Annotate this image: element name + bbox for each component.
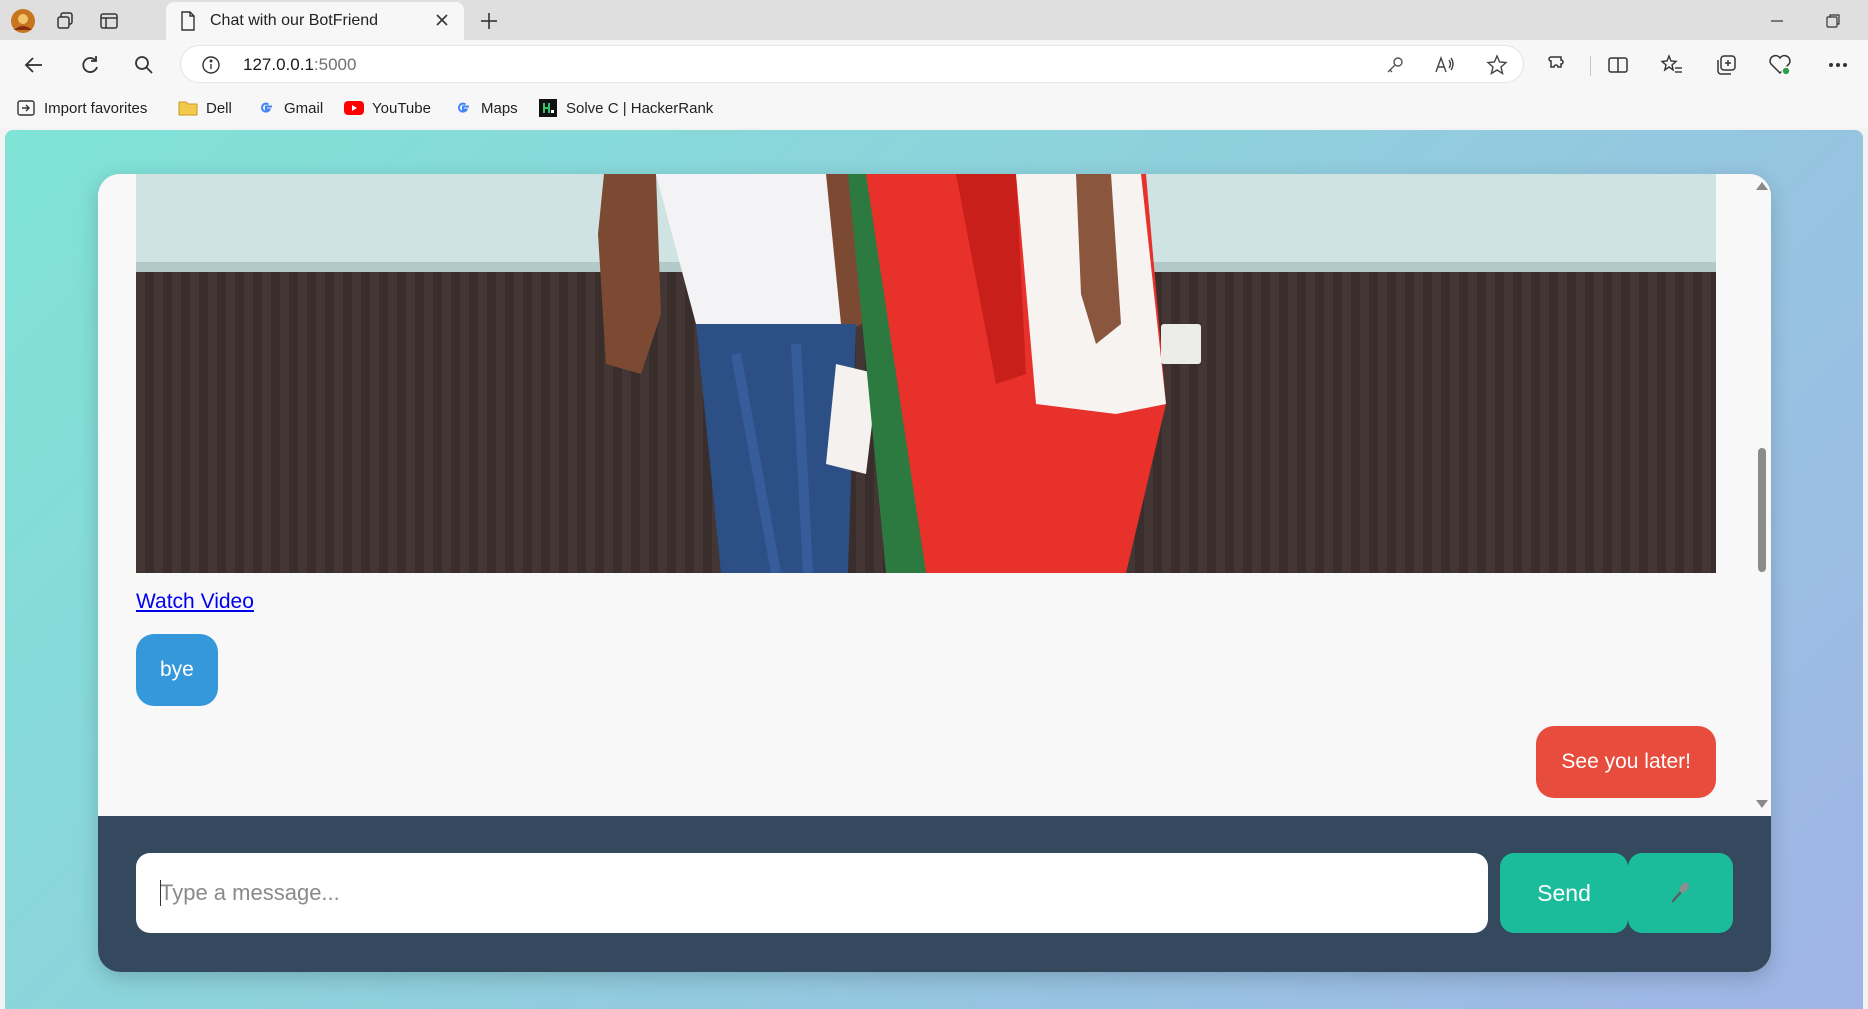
restore-icon[interactable] (1818, 6, 1848, 36)
workspaces-icon[interactable] (50, 6, 80, 36)
google-icon (256, 98, 276, 118)
scrollbar[interactable] (1755, 174, 1771, 816)
new-tab-icon[interactable] (474, 6, 504, 36)
page-viewport: Watch Video bye See you later! Send (5, 130, 1863, 1009)
close-tab-icon[interactable] (430, 8, 454, 32)
vertical-tabs-icon[interactable] (94, 6, 124, 36)
google-icon (453, 98, 473, 118)
url-text[interactable]: 127.0.0.1:5000 (243, 55, 356, 75)
youtube-icon (344, 98, 364, 118)
import-icon (16, 98, 36, 118)
user-message-bubble: bye (136, 634, 218, 706)
scroll-up-arrow-icon[interactable] (1756, 182, 1768, 190)
favorite-maps[interactable]: Maps (453, 97, 518, 119)
chat-image (136, 174, 1716, 573)
favorites-bar: Import favorites Dell Gmail YouTube Maps… (0, 88, 1868, 128)
back-arrow-icon[interactable] (18, 49, 50, 81)
tab-title: Chat with our BotFriend (210, 12, 379, 29)
page-icon (180, 11, 196, 35)
composer-bar: Send (98, 816, 1771, 972)
favorite-star-icon[interactable] (1483, 51, 1511, 79)
split-screen-icon[interactable] (1602, 49, 1634, 81)
more-options-icon[interactable] (1822, 49, 1854, 81)
chat-messages[interactable]: Watch Video bye See you later! (98, 174, 1771, 816)
mic-button[interactable] (1628, 853, 1733, 933)
browser-tab-bar: Chat with our BotFriend (0, 0, 1868, 40)
site-info-icon[interactable] (197, 51, 225, 79)
hackerrank-icon (538, 98, 558, 118)
favorites-list-icon[interactable] (1656, 49, 1688, 81)
minimize-icon[interactable] (1762, 6, 1792, 36)
collections-icon[interactable] (1710, 49, 1742, 81)
browser-essentials-icon[interactable] (1764, 49, 1796, 81)
send-button[interactable]: Send (1500, 853, 1628, 933)
refresh-icon[interactable] (74, 49, 106, 81)
browser-tab-active[interactable]: Chat with our BotFriend (166, 2, 464, 40)
favorite-dell[interactable]: Dell (178, 97, 232, 119)
scrollbar-thumb[interactable] (1758, 448, 1766, 572)
watch-video-link[interactable]: Watch Video (136, 590, 254, 614)
favorite-youtube[interactable]: YouTube (344, 97, 431, 119)
chat-container: Watch Video bye See you later! Send (98, 174, 1771, 972)
scroll-down-arrow-icon[interactable] (1756, 800, 1768, 808)
favorite-import[interactable]: Import favorites (16, 97, 147, 119)
extensions-icon[interactable] (1542, 49, 1574, 81)
favorite-hackerrank[interactable]: Solve C | HackerRank (538, 97, 713, 119)
bot-message-bubble: See you later! (1536, 726, 1716, 798)
folder-icon (178, 98, 198, 118)
favorite-gmail[interactable]: Gmail (256, 97, 323, 119)
address-bar[interactable]: 127.0.0.1:5000 (180, 45, 1524, 83)
browser-toolbar: 127.0.0.1:5000 (0, 40, 1868, 88)
message-input[interactable] (136, 853, 1488, 933)
text-caret (160, 880, 161, 906)
password-key-icon[interactable] (1381, 51, 1409, 79)
search-icon[interactable] (128, 49, 160, 81)
microphone-icon (1669, 880, 1693, 907)
toolbar-divider (1590, 56, 1591, 76)
profile-avatar-icon[interactable] (8, 6, 38, 36)
read-aloud-icon[interactable] (1431, 51, 1459, 79)
